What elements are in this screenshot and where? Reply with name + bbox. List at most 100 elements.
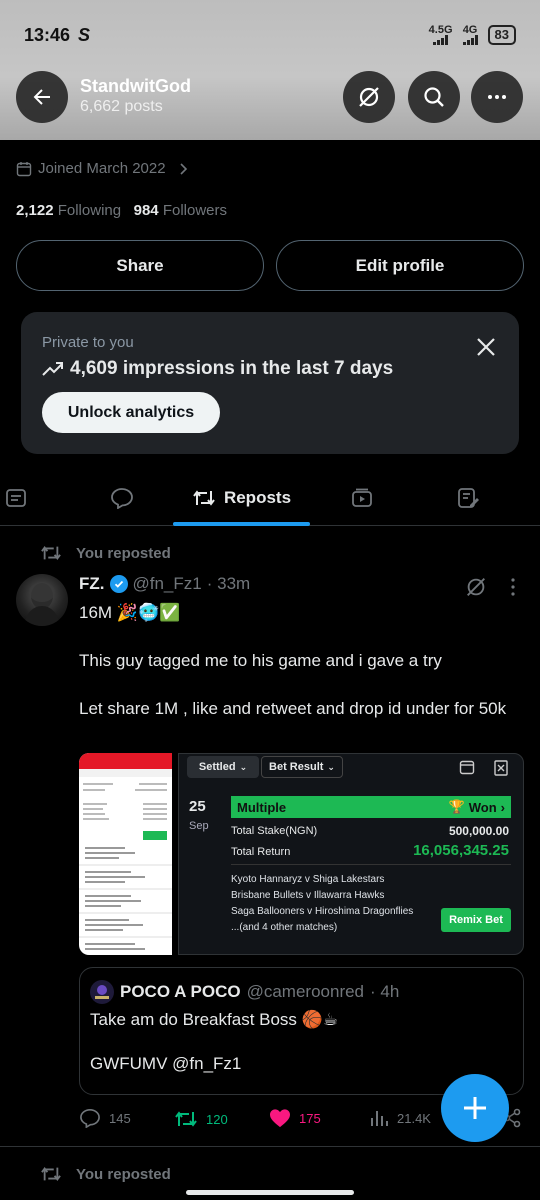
chevron-right-icon <box>180 162 187 175</box>
settled-dropdown: Settled ⌄ <box>187 756 259 778</box>
quote-author-name: POCO A POCO <box>120 982 241 1001</box>
repost-icon <box>41 546 61 560</box>
network-indicator-2: 4G <box>462 25 478 45</box>
grok-icon <box>359 87 379 107</box>
plus-icon <box>464 1097 486 1119</box>
reply-count: 145 <box>109 1110 131 1126</box>
back-button[interactable] <box>16 71 68 123</box>
heart-filled-icon <box>270 1109 290 1128</box>
quote-avatar <box>90 980 114 1004</box>
quote-header: POCO A POCO @cameroonred · 4h <box>90 980 399 1004</box>
more-vertical-icon <box>511 578 515 596</box>
signal-icon <box>462 35 478 45</box>
tweet-text-line-2: This guy tagged me to his game and i gav… <box>79 651 442 670</box>
grok-button[interactable] <box>343 71 395 123</box>
close-icon <box>477 338 495 356</box>
grok-explain-button[interactable] <box>464 575 488 604</box>
tab-media[interactable] <box>340 470 384 526</box>
trophy-icon: 🏆 <box>448 799 465 814</box>
posts-icon <box>6 489 26 507</box>
tweet-more-button[interactable] <box>504 576 522 603</box>
status-bar: 13:46 S 4.5G 4G 83 <box>0 0 540 70</box>
joined-date[interactable]: Joined March 2022 <box>16 160 190 177</box>
following-link[interactable]: 2,122 Following <box>16 202 121 219</box>
calendar-icon <box>16 161 32 176</box>
repost-icon <box>175 1111 197 1127</box>
remix-bet-button: Remix Bet <box>441 908 511 932</box>
reply-icon <box>111 488 133 509</box>
tab-posts[interactable] <box>0 470 32 526</box>
search-button[interactable] <box>408 71 460 123</box>
search-icon <box>424 87 444 107</box>
quote-text-line-2: GWFUMV @fn_Fz1 <box>90 1054 242 1073</box>
tab-articles[interactable] <box>446 470 490 526</box>
unlock-analytics-button[interactable]: Unlock analytics <box>42 392 220 433</box>
return-value: 16,056,345.25 <box>413 842 509 859</box>
quote-time: · 4h <box>370 982 400 1001</box>
more-button[interactable] <box>471 71 523 123</box>
repost-indicator: You reposted <box>40 543 171 563</box>
multiple-won-bar: Multiple 🏆 Won › <box>231 796 511 818</box>
repost-indicator-next: You reposted <box>40 1164 171 1184</box>
reply-icon <box>80 1108 100 1128</box>
follow-stats: 2,122 Following 984 Followers <box>16 202 227 219</box>
tab-reposts[interactable]: Reposts <box>173 470 310 526</box>
views-count: 21.4K <box>397 1110 431 1126</box>
trending-up-icon <box>42 362 63 376</box>
grok-icon <box>467 578 485 596</box>
quote-text-line-1: Take am do Breakfast Boss 🏀☕ <box>90 1010 339 1029</box>
stake-value: 500,000.00 <box>448 824 509 838</box>
tweet-image-bet-result[interactable]: Settled ⌄ Bet Result ⌄ 25 Sep Multiple 🏆 Wo… <box>178 753 524 955</box>
private-label: Private to you <box>42 334 134 351</box>
carrier-icon: S <box>78 24 91 45</box>
compose-button[interactable] <box>441 1074 509 1142</box>
views-icon <box>371 1111 388 1126</box>
quote-author-handle: @cameroonred <box>246 982 365 1001</box>
profile-tabs: Reposts <box>0 470 540 526</box>
delete-icon <box>494 760 508 776</box>
calendar-icon <box>459 760 475 775</box>
bet-month: Sep <box>189 820 209 832</box>
more-icon <box>488 95 506 99</box>
tweet-text-line-1: 16M 🎉🥶✅ <box>79 603 181 622</box>
stake-label: Total Stake(NGN) <box>231 825 318 837</box>
signal-icon <box>433 35 449 45</box>
repost-count: 120 <box>206 1111 228 1127</box>
network-indicator-1: 4.5G <box>429 25 453 45</box>
verified-badge-icon <box>109 575 128 593</box>
media-icon <box>352 488 372 507</box>
like-button[interactable]: 175 <box>269 1108 321 1128</box>
edit-profile-button[interactable]: Edit profile <box>276 240 524 291</box>
post-count: 6,662 posts <box>80 98 163 115</box>
like-count: 175 <box>299 1110 321 1126</box>
followers-link[interactable]: 984 Followers <box>134 202 227 219</box>
repost-button[interactable]: 120 <box>174 1108 228 1130</box>
tweet-time: · 33m <box>206 574 251 593</box>
battery-icon: 83 <box>487 25 516 45</box>
home-indicator <box>186 1190 354 1195</box>
analytics-card: Private to you 4,609 impressions in the … <box>21 312 519 454</box>
close-button[interactable] <box>475 336 497 363</box>
avatar[interactable] <box>16 574 68 626</box>
active-tab-indicator <box>173 522 310 526</box>
match-3: Saga Ballooners v Hiroshima Dragonflies <box>231 906 414 917</box>
tweet-header: FZ. @fn_Fz1 · 33m <box>79 574 250 594</box>
repost-icon <box>41 1167 61 1181</box>
author-handle[interactable]: @fn_Fz1 <box>133 574 202 594</box>
match-more: ...(and 4 other matches) <box>231 922 338 933</box>
quote-tweet[interactable]: POCO A POCO @cameroonred · 4h Take am do… <box>79 967 524 1095</box>
impressions-text: 4,609 impressions in the last 7 days <box>42 358 393 380</box>
article-icon <box>458 488 479 508</box>
author-name[interactable]: FZ. <box>79 574 105 594</box>
tweet-image-ticket[interactable] <box>79 753 172 955</box>
return-label: Total Return <box>231 846 291 858</box>
match-1: Kyoto Hannaryz v Shiga Lakestars <box>231 874 385 885</box>
tab-replies[interactable] <box>100 470 144 526</box>
reply-button[interactable]: 145 <box>79 1108 131 1128</box>
profile-name-header: StandwitGod <box>80 76 191 96</box>
divider <box>0 1146 540 1147</box>
arrow-left-icon <box>33 89 50 105</box>
bet-result-dropdown: Bet Result ⌄ <box>261 756 343 778</box>
share-button[interactable]: Share <box>16 240 264 291</box>
views-button[interactable]: 21.4K <box>369 1108 431 1128</box>
